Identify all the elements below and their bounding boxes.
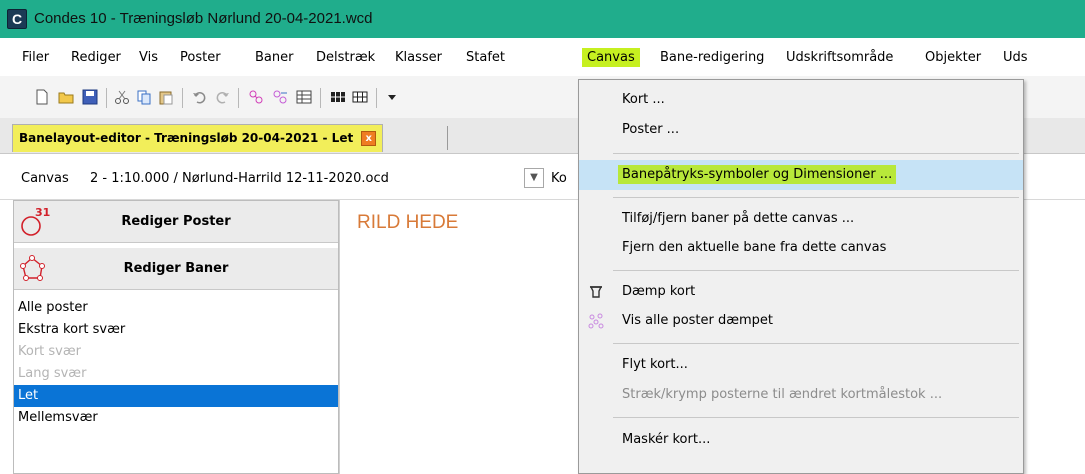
save-icon[interactable] bbox=[82, 89, 98, 105]
menu-bane-redigering[interactable]: Bane-redigering bbox=[660, 50, 764, 65]
menu-item-label: Vis alle poster dæmpet bbox=[622, 313, 774, 328]
toolbar-separator bbox=[320, 88, 321, 108]
toolbar-separator bbox=[238, 88, 239, 108]
course-panel: 31 Rediger Poster Rediger Baner Alle pos… bbox=[13, 200, 339, 474]
course-item-alle-poster[interactable]: Alle poster bbox=[14, 297, 338, 319]
menu-vis[interactable]: Vis bbox=[139, 50, 158, 65]
menu-separator bbox=[613, 417, 1019, 418]
menu-item-tilfoej-fjern-baner[interactable]: Tilføj/fjern baner på dette canvas ... bbox=[579, 204, 1023, 234]
menu-item-banepaatryks-symboler[interactable]: Banepåtryks-symboler og Dimensioner ... bbox=[579, 160, 1023, 190]
menu-poster[interactable]: Poster bbox=[180, 50, 221, 65]
course-item-ekstra-kort-svaer[interactable]: Ekstra kort svær bbox=[14, 319, 338, 341]
tab-label: Banelayout-editor - Træningsløb 20-04-20… bbox=[19, 131, 354, 145]
toolbar-separator bbox=[182, 88, 183, 108]
menu-separator bbox=[613, 197, 1019, 198]
toolbar-separator bbox=[106, 88, 107, 108]
dim-controls-icon bbox=[588, 313, 604, 329]
edit-controls-label: Rediger Poster bbox=[121, 214, 231, 229]
tab-divider bbox=[447, 126, 448, 150]
remove-controls-icon[interactable] bbox=[272, 89, 288, 105]
menu-item-label: Banepåtryks-symboler og Dimensioner ... bbox=[618, 165, 897, 184]
menu-item-label: Poster ... bbox=[622, 122, 680, 137]
canvas-label: Canvas bbox=[21, 171, 69, 186]
menu-separator bbox=[613, 343, 1019, 344]
menu-item-label: Flyt kort... bbox=[622, 357, 688, 372]
app-icon: C bbox=[7, 9, 27, 29]
menu-item-vis-alle-poster-daempet[interactable]: Vis alle poster dæmpet bbox=[579, 306, 1023, 336]
map-canvas[interactable]: RILD HEDE bbox=[339, 200, 579, 474]
menu-item-kort[interactable]: Kort ... bbox=[579, 85, 1023, 115]
redo-icon[interactable] bbox=[214, 89, 230, 105]
course-list: Alle poster Ekstra kort svær Kort svær L… bbox=[14, 297, 338, 429]
tab-course-layout-editor[interactable]: Banelayout-editor - Træningsløb 20-04-20… bbox=[12, 124, 384, 152]
paste-icon[interactable] bbox=[158, 89, 174, 105]
course-item-mellemsvaer[interactable]: Mellemsvær bbox=[14, 407, 338, 429]
canvas-menu: Kort ... Poster ... Banepåtryks-symboler… bbox=[578, 79, 1024, 474]
menu-item-label: Maskér kort... bbox=[622, 432, 711, 447]
menu-uds[interactable]: Uds bbox=[1003, 50, 1028, 65]
menu-item-maskeer-kort[interactable]: Maskér kort... bbox=[579, 425, 1023, 455]
close-icon[interactable]: x bbox=[361, 131, 377, 146]
menu-baner[interactable]: Baner bbox=[255, 50, 293, 65]
grid-lines-icon[interactable] bbox=[352, 89, 368, 105]
course-item-let[interactable]: Let bbox=[14, 385, 338, 407]
edit-courses-label: Rediger Baner bbox=[123, 261, 229, 276]
menu-item-label: Tilføj/fjern baner på dette canvas ... bbox=[622, 211, 855, 226]
menu-canvas[interactable]: Canvas bbox=[582, 48, 640, 67]
copy-icon[interactable] bbox=[136, 89, 152, 105]
chevron-down-icon[interactable]: ▼ bbox=[524, 168, 544, 188]
undo-icon[interactable] bbox=[192, 89, 208, 105]
table-icon[interactable] bbox=[296, 89, 312, 105]
canvas-select[interactable]: 2 - 1:10.000 / Nørlund-Harrild 12-11-202… bbox=[90, 171, 389, 186]
new-icon[interactable] bbox=[34, 89, 50, 105]
menu-separator bbox=[613, 153, 1019, 154]
title-bar: C Condes 10 - Træningsløb Nørlund 20-04-… bbox=[0, 0, 1085, 38]
map-place-label: RILD HEDE bbox=[357, 212, 459, 233]
menu-objekter[interactable]: Objekter bbox=[925, 50, 981, 65]
menu-item-label: Dæmp kort bbox=[622, 284, 696, 299]
course-select-label[interactable]: Ko bbox=[551, 171, 567, 186]
menu-item-fjern-aktuelle-bane[interactable]: Fjern den aktuelle bane fra dette canvas bbox=[579, 233, 1023, 263]
menu-item-label: Kort ... bbox=[622, 92, 665, 107]
menu-rediger[interactable]: Rediger bbox=[71, 50, 121, 65]
menu-klasser[interactable]: Klasser bbox=[395, 50, 442, 65]
course-item-kort-svaer[interactable]: Kort svær bbox=[14, 341, 338, 363]
open-icon[interactable] bbox=[58, 89, 74, 105]
dropdown-icon[interactable] bbox=[384, 89, 400, 105]
menu-filer[interactable]: Filer bbox=[22, 50, 49, 65]
menu-delstraek[interactable]: Delstræk bbox=[316, 50, 375, 65]
menu-item-daemp-kort[interactable]: Dæmp kort bbox=[579, 277, 1023, 307]
add-controls-icon[interactable] bbox=[248, 89, 264, 105]
menu-item-poster[interactable]: Poster ... bbox=[579, 115, 1023, 145]
menu-item-label: Stræk/krymp posterne til ændret kortmåle… bbox=[622, 387, 943, 402]
menu-item-label: Fjern den aktuelle bane fra dette canvas bbox=[622, 240, 887, 255]
menu-item-flyt-kort[interactable]: Flyt kort... bbox=[579, 350, 1023, 380]
dim-map-icon bbox=[589, 286, 603, 298]
grid-icon[interactable] bbox=[330, 89, 346, 105]
cut-icon[interactable] bbox=[114, 89, 130, 105]
menu-bar: Filer Rediger Vis Poster Baner Delstræk … bbox=[0, 38, 1085, 76]
menu-item-straek-krymp-posterne: Stræk/krymp posterne til ændret kortmåle… bbox=[579, 380, 1023, 410]
edit-controls-button[interactable]: 31 Rediger Poster bbox=[14, 201, 338, 243]
menu-separator bbox=[613, 270, 1019, 271]
course-item-lang-svaer[interactable]: Lang svær bbox=[14, 363, 338, 385]
menu-udskriftsomraade[interactable]: Udskriftsområde bbox=[786, 50, 893, 65]
edit-courses-button[interactable]: Rediger Baner bbox=[14, 248, 338, 290]
menu-stafet[interactable]: Stafet bbox=[466, 50, 505, 65]
toolbar-separator bbox=[376, 88, 377, 108]
window-title: Condes 10 - Træningsløb Nørlund 20-04-20… bbox=[34, 10, 373, 27]
